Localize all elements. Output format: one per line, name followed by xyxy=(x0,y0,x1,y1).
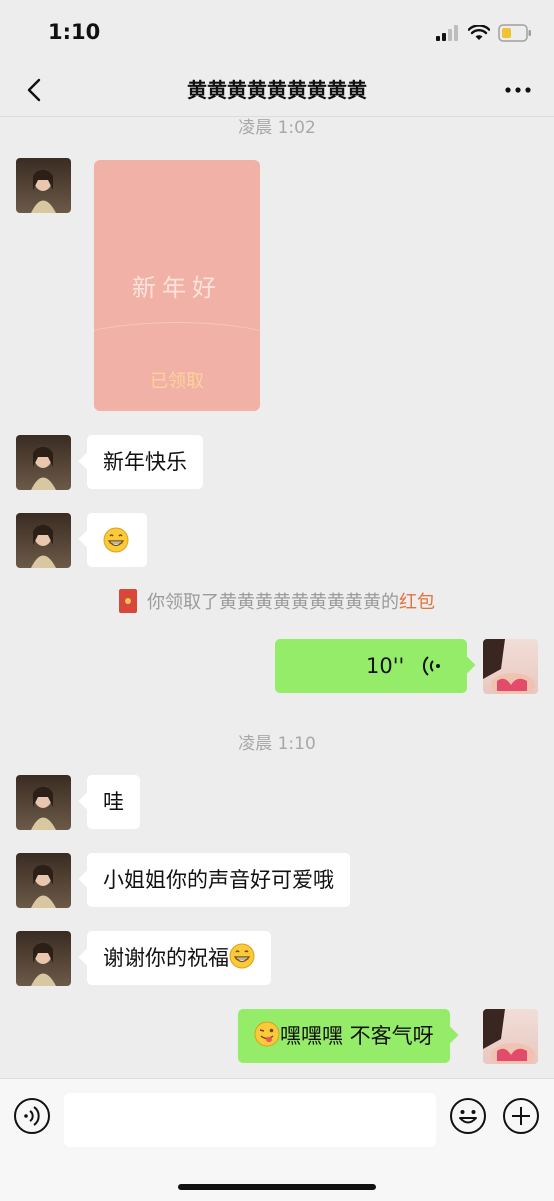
system-message: 你领取了黄黄黄黄黄黄黄黄黄的红包 xyxy=(0,588,554,614)
message-text: 嘿嘿嘿 不客气呀 xyxy=(280,1024,434,1048)
message-text: 新年快乐 xyxy=(103,450,187,474)
signal-icon xyxy=(436,25,458,41)
incoming-message[interactable]: 哇 xyxy=(87,775,140,829)
status-bar: 1:10 xyxy=(0,0,554,64)
contact-avatar[interactable] xyxy=(16,853,71,908)
contact-avatar[interactable] xyxy=(16,775,71,830)
chat-header: 黄黄黄黄黄黄黄黄黄 xyxy=(0,64,554,117)
chat-title: 黄黄黄黄黄黄黄黄黄 xyxy=(187,78,367,102)
battery-icon xyxy=(498,24,531,42)
message-text: 哇 xyxy=(103,790,124,814)
status-time: 1:10 xyxy=(48,20,101,44)
voice-input-icon[interactable] xyxy=(13,1097,51,1135)
grin-emoji-icon xyxy=(229,943,255,969)
chevron-left-icon[interactable] xyxy=(20,74,52,106)
voice-wave-icon xyxy=(422,656,440,676)
my-avatar[interactable] xyxy=(483,639,538,694)
timestamp: 凌晨 1:02 xyxy=(238,118,316,138)
status-icons xyxy=(436,22,532,44)
red-packet-icon xyxy=(119,589,137,613)
voice-duration: 10'' xyxy=(366,654,405,678)
incoming-message[interactable]: 新年快乐 xyxy=(87,435,203,489)
message-text: 小姐姐你的声音好可爱哦 xyxy=(103,868,334,892)
red-packet-greeting: 新年好 xyxy=(132,274,222,302)
red-packet-link[interactable]: 红包 xyxy=(399,592,435,613)
incoming-message[interactable]: 小姐姐你的声音好可爱哦 xyxy=(87,853,350,907)
contact-avatar[interactable] xyxy=(16,435,71,490)
contact-avatar[interactable] xyxy=(16,513,71,568)
outgoing-voice-message[interactable]: 10'' xyxy=(275,639,467,693)
incoming-message[interactable]: 谢谢你的祝福 xyxy=(87,931,271,985)
incoming-emoji-message[interactable] xyxy=(87,513,147,567)
my-avatar[interactable] xyxy=(483,1009,538,1064)
red-packet-status: 已领取 xyxy=(150,371,204,392)
system-message-text: 你领取了黄黄黄黄黄黄黄黄黄的 xyxy=(147,592,399,613)
message-input[interactable] xyxy=(64,1093,436,1147)
timestamp: 凌晨 1:10 xyxy=(238,734,316,754)
emoji-icon[interactable] xyxy=(449,1097,487,1135)
red-packet-message[interactable]: 新年好 已领取 xyxy=(94,160,260,411)
home-indicator xyxy=(178,1184,376,1190)
input-bar xyxy=(0,1078,554,1201)
outgoing-message[interactable]: 嘿嘿嘿 不客气呀 xyxy=(238,1009,450,1063)
wifi-icon xyxy=(468,25,490,40)
message-text: 谢谢你的祝福 xyxy=(103,946,229,970)
chat-area[interactable]: 凌晨 1:02 新年好 已领取 新年快乐 你领取了黄黄黄黄黄黄黄黄黄的红包 10… xyxy=(0,117,554,1078)
plus-icon[interactable] xyxy=(502,1097,540,1135)
wink-tongue-emoji-icon xyxy=(254,1021,280,1047)
contact-avatar[interactable] xyxy=(16,931,71,986)
grin-emoji-icon xyxy=(103,527,129,553)
more-dots-icon[interactable] xyxy=(504,78,532,102)
contact-avatar[interactable] xyxy=(16,158,71,213)
